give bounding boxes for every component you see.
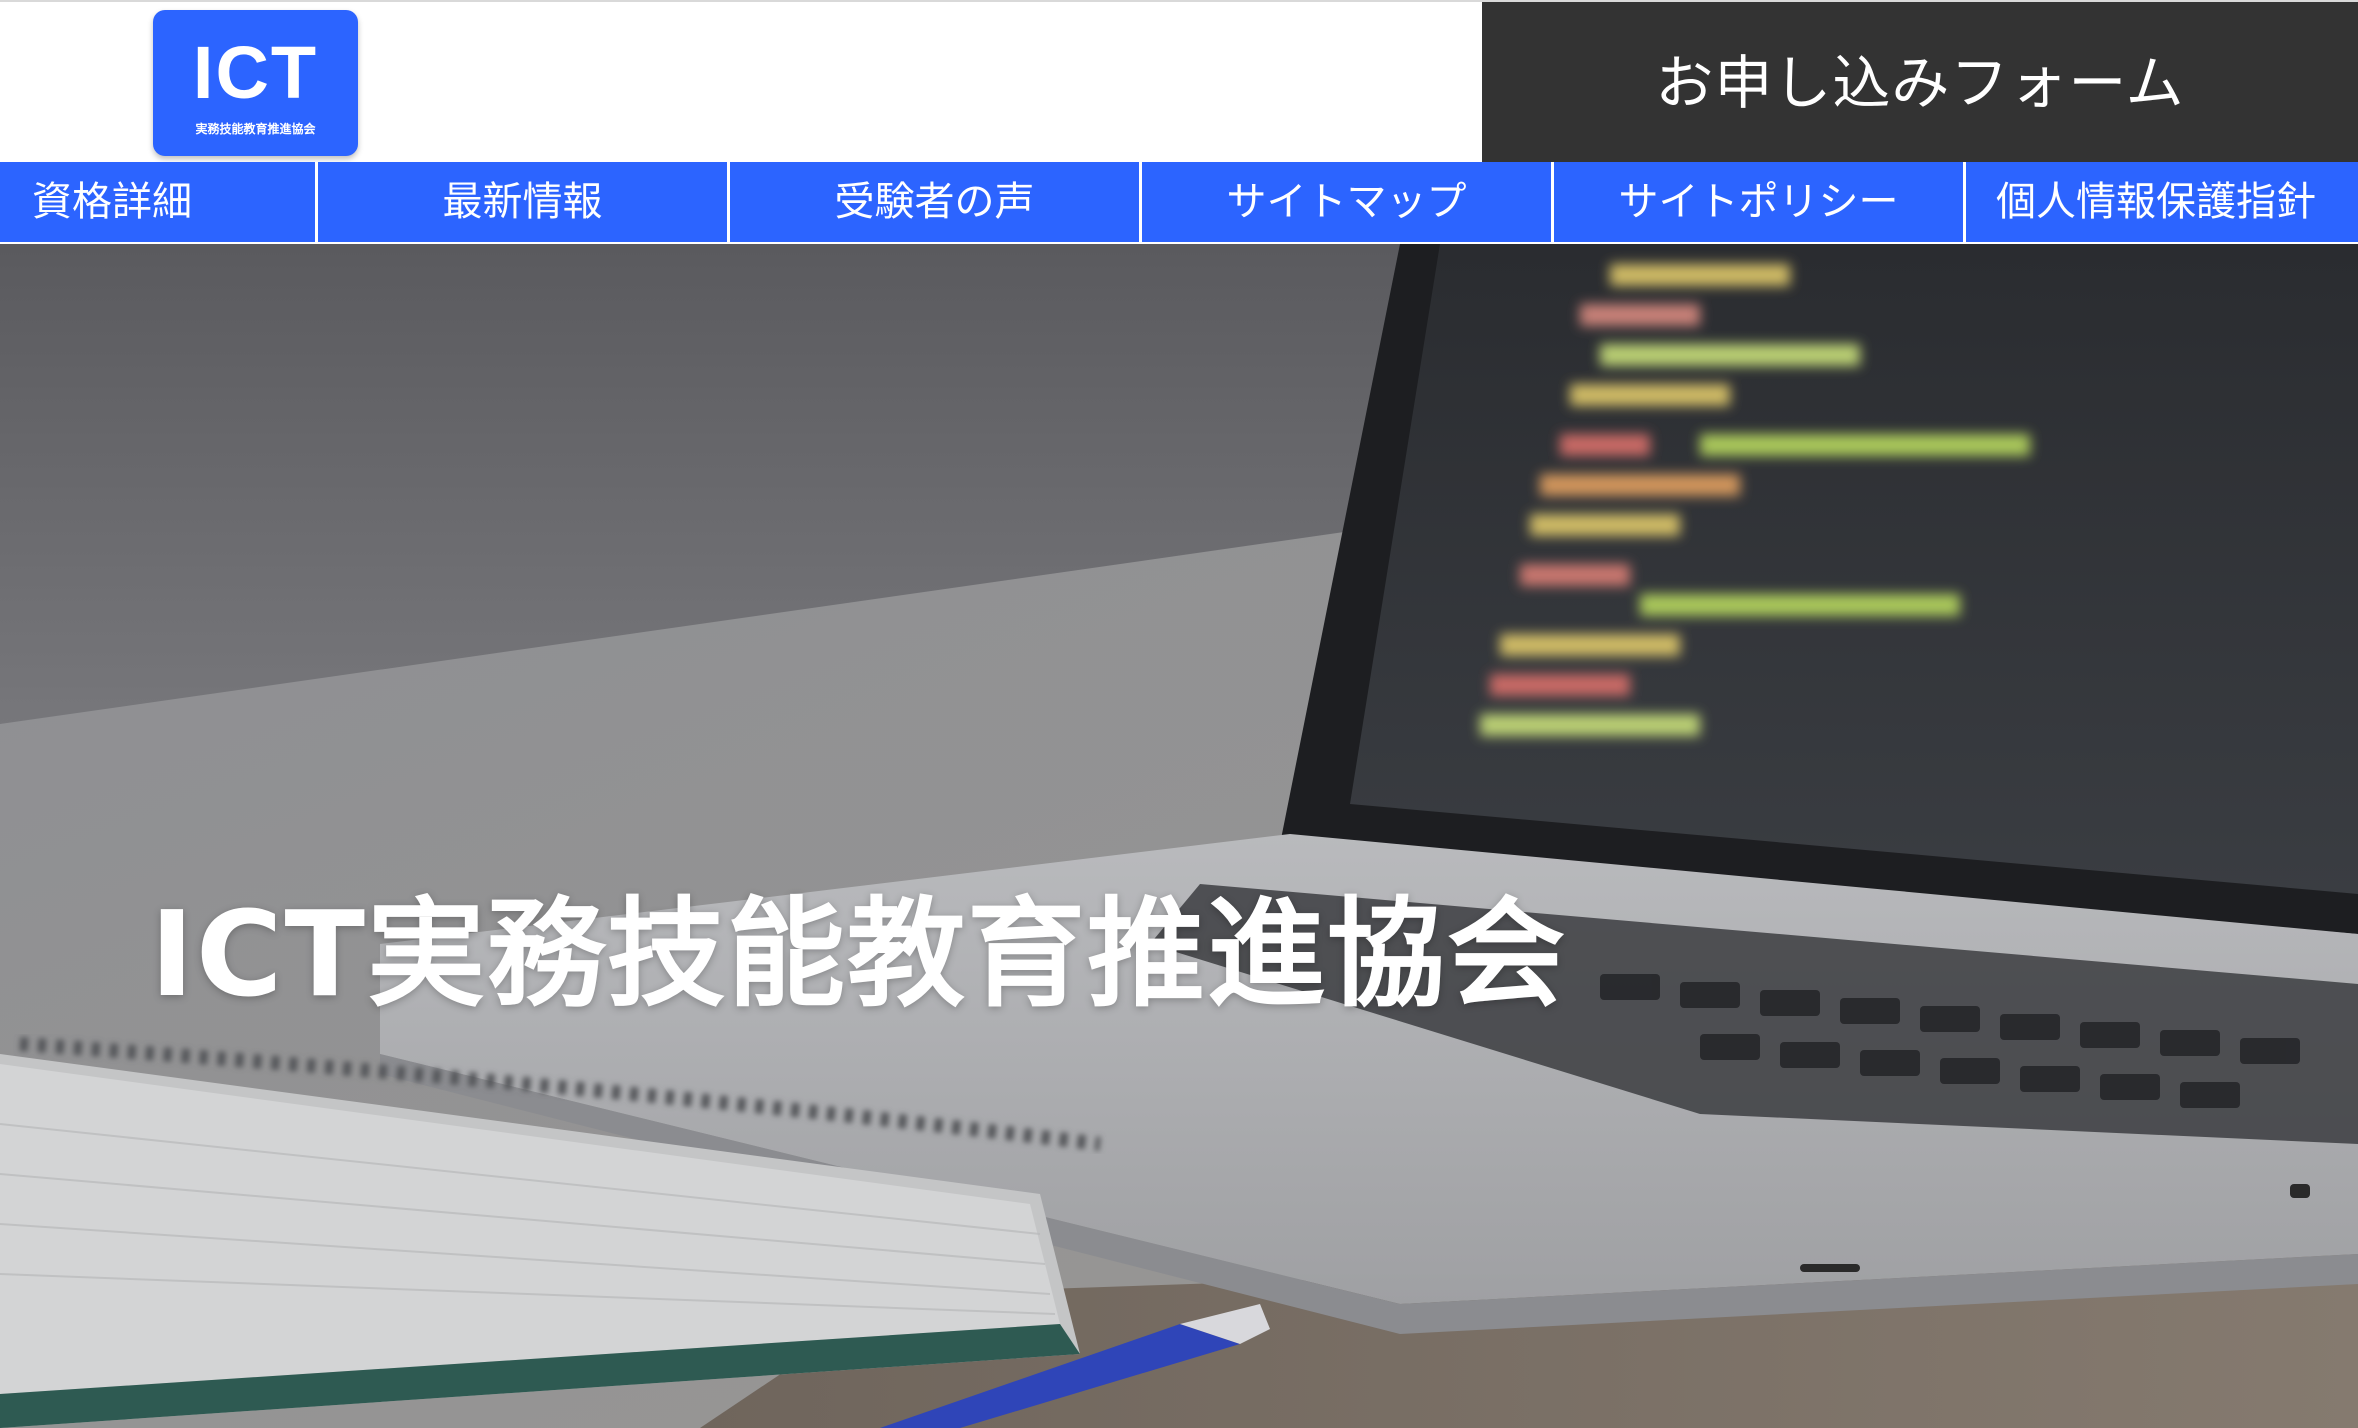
site-header: ICT 実務技能教育推進協会 お申し込みフォーム xyxy=(0,0,2358,164)
logo-subtitle: 実務技能教育推進協会 xyxy=(195,122,316,136)
nav-item-privacy-policy[interactable]: 個人情報保護指針 xyxy=(1966,162,2338,242)
nav-item-qualification-details[interactable]: 資格詳細 xyxy=(0,162,318,242)
logo-mark: ICT xyxy=(192,31,319,114)
nav-item-testimonials[interactable]: 受験者の声 xyxy=(730,162,1142,242)
main-nav: 資格詳細 最新情報 受験者の声 サイトマップ サイトポリシー 個人情報保護指針 xyxy=(0,162,2358,244)
nav-item-latest-news[interactable]: 最新情報 xyxy=(318,162,730,242)
hero-background-image xyxy=(0,244,2358,1428)
page: ICT 実務技能教育推進協会 お申し込みフォーム 資格詳細 最新情報 受験者の声… xyxy=(0,0,2358,1428)
hero-section: ICT実務技能教育推進協会 xyxy=(0,244,2358,1428)
nav-item-site-policy[interactable]: サイトポリシー xyxy=(1554,162,1966,242)
application-form-button[interactable]: お申し込みフォーム xyxy=(1482,2,2358,164)
site-logo[interactable]: ICT 実務技能教育推進協会 xyxy=(153,10,358,156)
hero-title: ICT実務技能教育推進協会 xyxy=(150,885,1567,1023)
nav-item-sitemap[interactable]: サイトマップ xyxy=(1142,162,1554,242)
